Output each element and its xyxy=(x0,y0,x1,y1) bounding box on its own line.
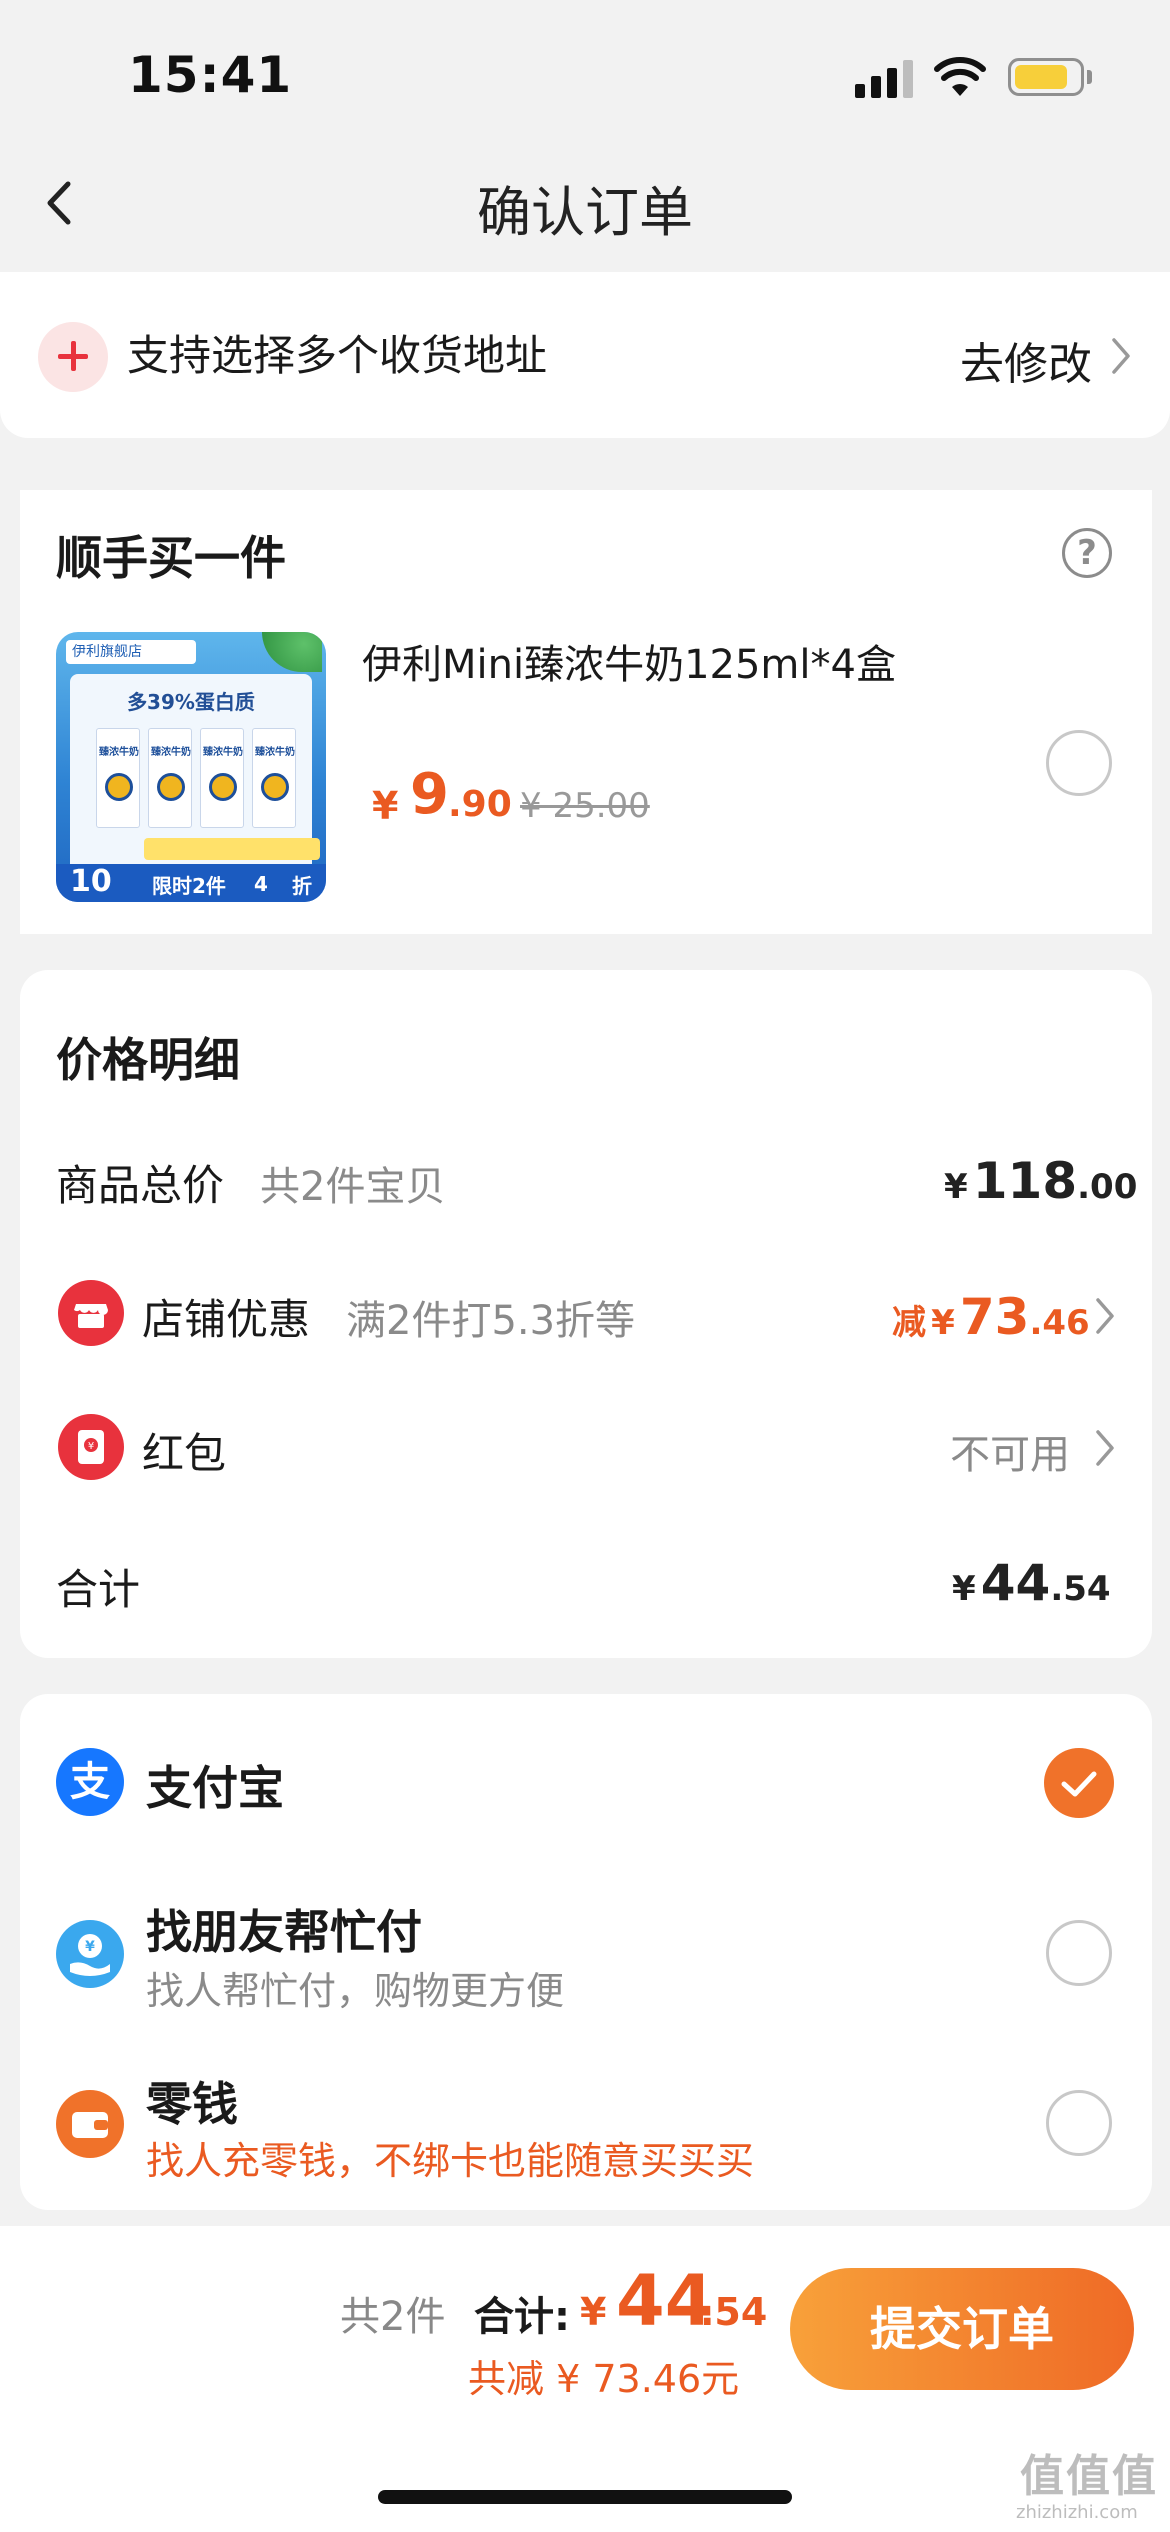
thumb-headline: 多39%蛋白质 xyxy=(127,690,255,714)
store-discount-amount: 减 ¥ 73.46 xyxy=(892,1288,1090,1346)
battery-tip xyxy=(1087,70,1092,84)
total-integer: 44 xyxy=(616,2260,714,2342)
thumb-discount-number: 4 xyxy=(254,872,268,896)
payment-name-alipay: 支付宝 xyxy=(146,1761,284,1815)
friend-pay-radio[interactable] xyxy=(1046,1920,1112,1986)
submit-order-button[interactable]: 提交订单 xyxy=(790,2268,1134,2390)
back-arrow-icon[interactable] xyxy=(36,178,86,228)
chevron-right-icon xyxy=(1096,1430,1114,1466)
product-thumbnail[interactable]: 伊利旗舰店 多39%蛋白质 臻浓牛奶 臻浓牛奶 臻浓牛奶 臻浓牛奶 10 限时2… xyxy=(56,632,326,902)
addon-section-title: 顺手买一件 xyxy=(56,531,286,585)
original-price: ¥ 25.00 xyxy=(520,786,650,826)
chevron-right-icon xyxy=(1112,338,1130,374)
store-discount-rule: 满2件打5.3折等 xyxy=(346,1298,636,1344)
wallet-radio[interactable] xyxy=(1046,2090,1112,2156)
red-packet-label: 红包 xyxy=(142,1429,227,1478)
watermark-logo-text: 值值值 xyxy=(1020,2451,1158,2502)
milk-carton: 臻浓牛奶 xyxy=(200,728,244,828)
thumb-limit-text: 限时2件 xyxy=(152,874,226,898)
payment-name-wallet: 零钱 xyxy=(146,2077,238,2131)
alipay-checked-radio[interactable] xyxy=(1044,1748,1114,1818)
goods-total-amount: ¥ 118.00 xyxy=(944,1152,1138,1210)
thumb-number: 10 xyxy=(70,864,112,899)
home-indicator xyxy=(378,2490,792,2504)
goods-total-label: 商品总价 xyxy=(56,1161,225,1210)
addon-product-name[interactable]: 伊利Mini臻浓牛奶125ml*4盒 xyxy=(362,632,896,690)
payment-desc-friend-pay: 找人帮忙付，购物更方便 xyxy=(146,1969,565,2013)
total-decimal: .54 xyxy=(700,2290,768,2334)
chevron-right-icon xyxy=(1096,1298,1114,1334)
page-title: 确认订单 xyxy=(477,181,693,244)
item-count: 共2件 xyxy=(340,2294,446,2340)
subtotal-amount: ¥ 44.54 xyxy=(952,1554,1111,1612)
price-detail-title: 价格明细 xyxy=(56,1033,240,1087)
modify-address-link[interactable]: 去修改 xyxy=(960,328,1092,392)
milk-carton: 臻浓牛奶 xyxy=(148,728,192,828)
price-currency: ¥ xyxy=(372,784,399,828)
goods-count-text: 共2件宝贝 xyxy=(260,1164,446,1210)
alipay-icon: 支 xyxy=(56,1748,124,1816)
milk-carton: 臻浓牛奶 xyxy=(252,728,296,828)
total-currency: ¥ xyxy=(580,2290,607,2334)
battery-icon xyxy=(1008,58,1084,96)
red-packet-value: 不可用 xyxy=(950,1432,1070,1478)
add-address-plus-icon[interactable] xyxy=(38,322,108,392)
price-integer: 9 xyxy=(410,762,449,827)
total-saved-text: 共减 ¥ 73.46元 xyxy=(468,2357,740,2401)
multi-address-text: 支持选择多个收货地址 xyxy=(127,331,548,380)
wallet-icon xyxy=(56,2090,124,2158)
payment-name-friend-pay: 找朋友帮忙付 xyxy=(146,1905,422,1959)
thumb-promo-strip xyxy=(144,838,320,860)
cellular-signal-icon xyxy=(855,58,913,98)
payment-desc-wallet: 找人充零钱，不绑卡也能随意买买买 xyxy=(146,2139,755,2183)
wifi-icon xyxy=(934,57,986,96)
status-time: 15:41 xyxy=(128,46,293,104)
watermark-url: zhizhizhi.com xyxy=(1016,2502,1138,2523)
thumb-store-tag: 伊利旗舰店 xyxy=(66,640,196,664)
svg-text:¥: ¥ xyxy=(85,1939,95,1955)
thumb-discount-unit: 折 xyxy=(292,874,312,898)
subtotal-label: 合计 xyxy=(56,1565,141,1614)
price-decimal: .90 xyxy=(448,784,512,825)
help-question-icon[interactable]: ? xyxy=(1062,528,1112,578)
friend-pay-icon: ¥ xyxy=(56,1920,124,1988)
milk-carton: 臻浓牛奶 xyxy=(96,728,140,828)
addon-select-radio[interactable] xyxy=(1046,730,1112,796)
store-discount-label: 店铺优惠 xyxy=(142,1295,311,1344)
watermark-logo: 值值值 zhizhizhi.com xyxy=(1016,2440,1166,2530)
total-label: 合计: xyxy=(474,2294,570,2340)
modify-address-label: 去修改 xyxy=(960,339,1092,390)
thumb-leaf-decoration xyxy=(262,632,322,672)
